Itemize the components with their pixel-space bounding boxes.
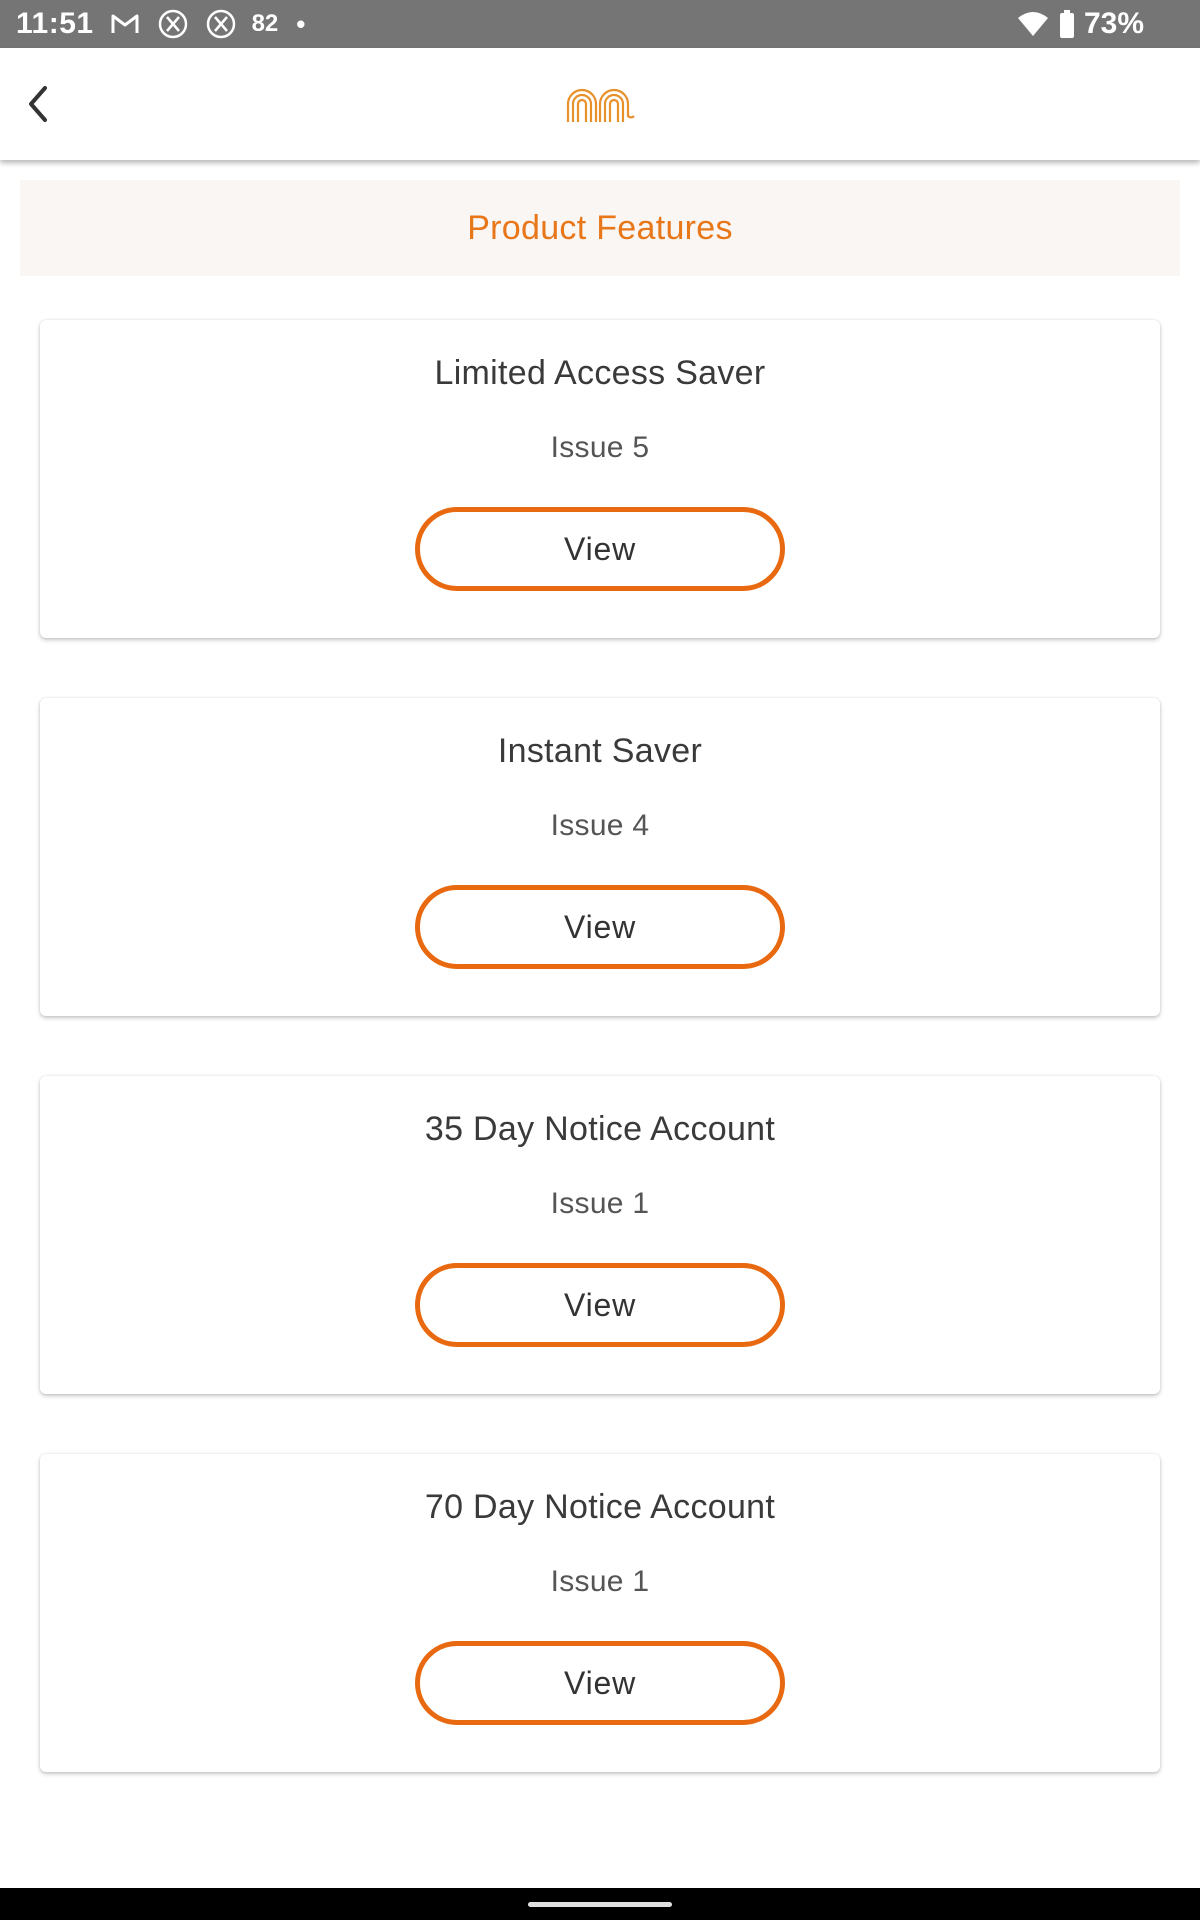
app-bar: [0, 48, 1200, 160]
gmail-icon: [108, 7, 142, 41]
product-name: 35 Day Notice Account: [424, 1110, 776, 1148]
section-header: Product Features: [20, 180, 1180, 276]
product-card: 35 Day Notice Account Issue 1 View: [40, 1076, 1160, 1394]
view-button[interactable]: View: [415, 507, 785, 591]
product-issue: Issue 1: [550, 1565, 650, 1598]
notification-count: 82: [251, 10, 279, 37]
product-card: 70 Day Notice Account Issue 1 View: [40, 1454, 1160, 1772]
page-title: Product Features: [467, 208, 733, 247]
status-bar: 11:51 82 • 73%: [0, 0, 1200, 48]
chevron-left-icon: [29, 86, 47, 122]
status-time: 11:51: [16, 7, 94, 40]
system-nav-bar: [0, 1888, 1200, 1920]
battery-icon: [1058, 7, 1076, 41]
brand-logo-icon: [566, 88, 635, 122]
product-name: Instant Saver: [497, 732, 703, 770]
product-issue: Issue 1: [550, 1187, 650, 1220]
view-button[interactable]: View: [415, 1263, 785, 1347]
x-app-icon: [204, 7, 238, 41]
battery-level: 73%: [1083, 7, 1144, 40]
product-name: Limited Access Saver: [434, 354, 766, 392]
product-issue: Issue 4: [550, 809, 650, 842]
product-issue: Issue 5: [550, 431, 650, 464]
status-left: 11:51 82 •: [16, 7, 305, 41]
product-list: Limited Access Saver Issue 5 View Instan…: [40, 320, 1160, 1832]
product-name: 70 Day Notice Account: [424, 1488, 776, 1526]
dot-icon: •: [296, 8, 306, 39]
status-right: 73%: [1016, 7, 1184, 41]
product-card: Limited Access Saver Issue 5 View: [40, 320, 1160, 638]
home-indicator[interactable]: [528, 1901, 672, 1907]
product-card: Instant Saver Issue 4 View: [40, 698, 1160, 1016]
x-app-icon: [156, 7, 190, 41]
view-button[interactable]: View: [415, 1641, 785, 1725]
wifi-icon: [1016, 7, 1050, 41]
view-button[interactable]: View: [415, 885, 785, 969]
back-button[interactable]: [10, 76, 66, 132]
